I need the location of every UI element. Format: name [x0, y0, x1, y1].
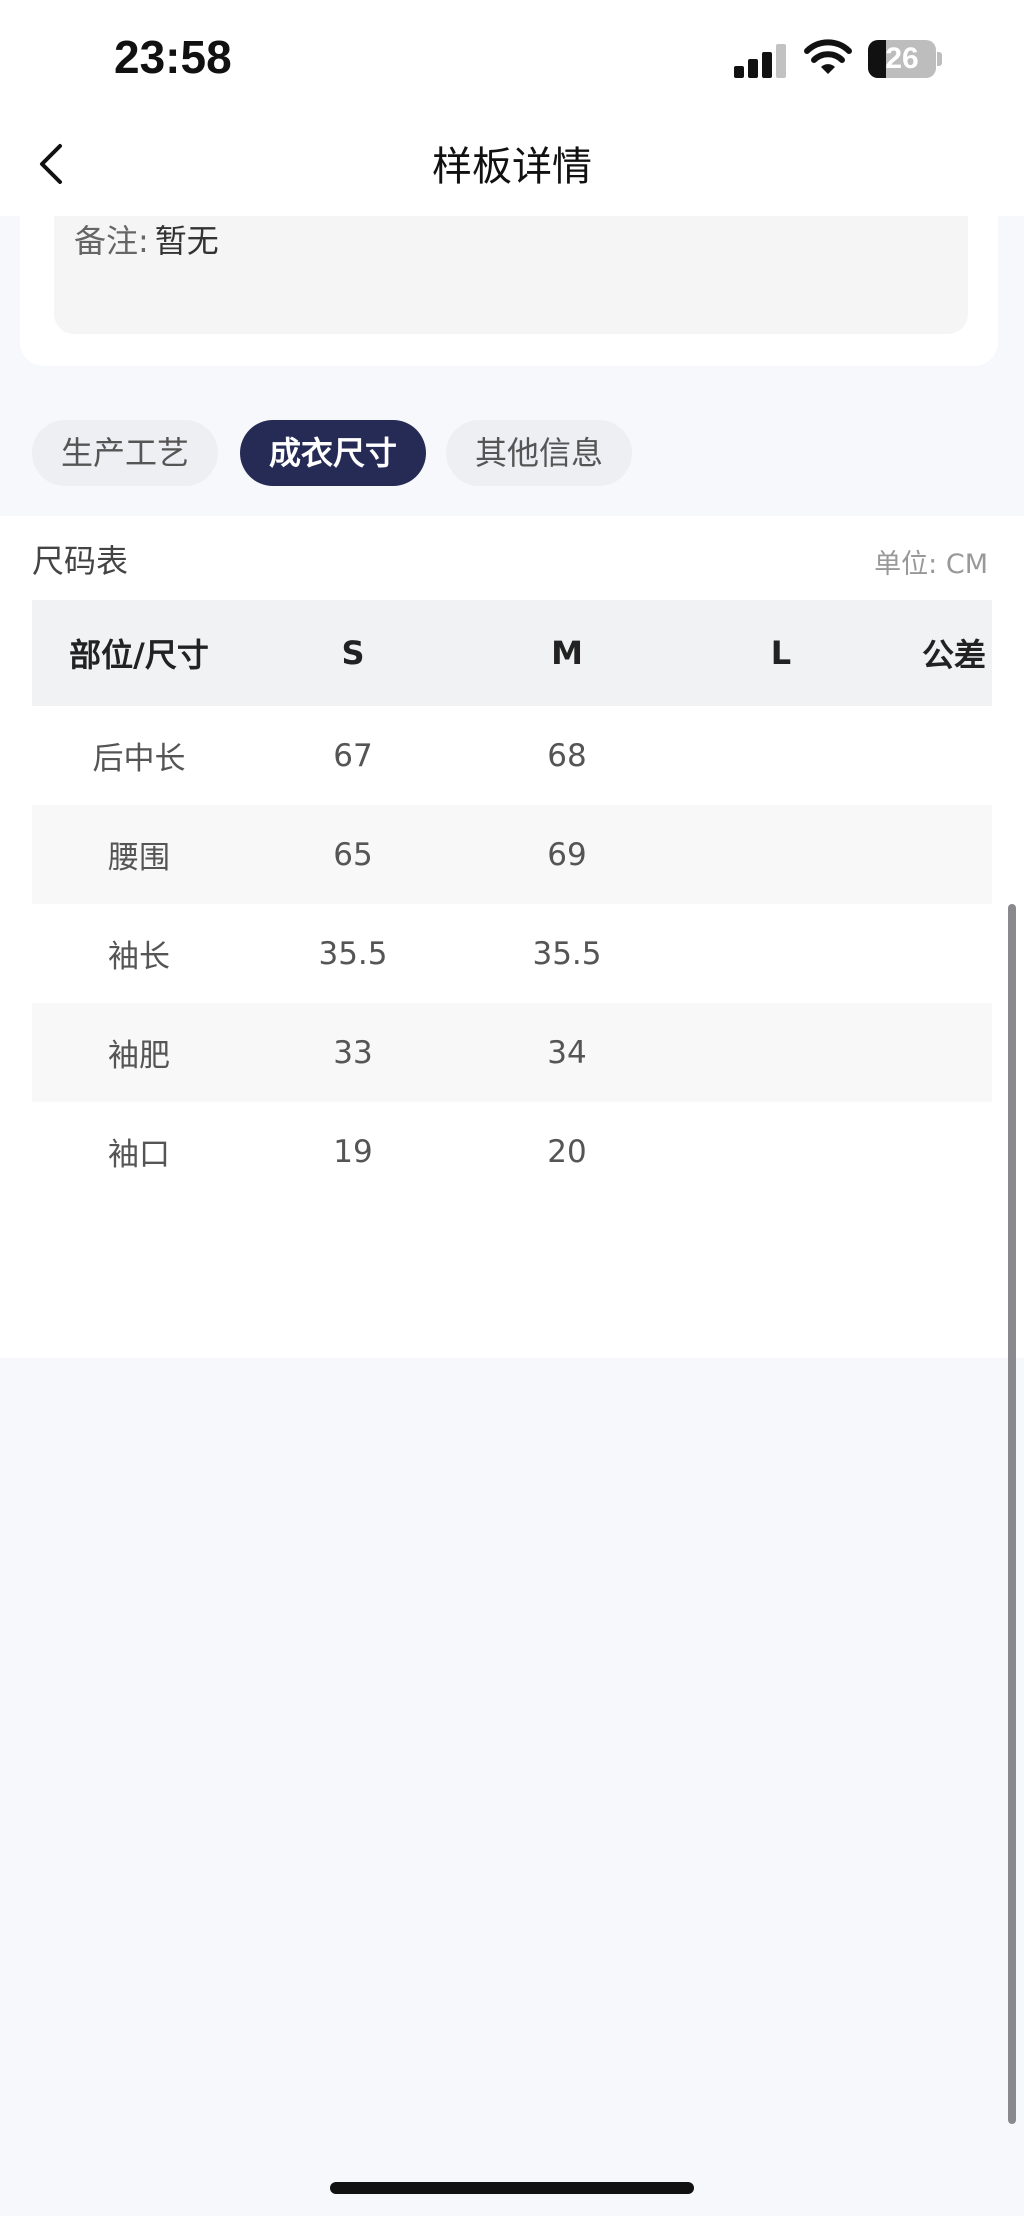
unit-label: 单位: CM: [874, 549, 988, 580]
tab-garment-size[interactable]: 成衣尺寸: [240, 420, 426, 486]
table-row: 后中长 67 68: [32, 706, 992, 805]
remark-row: 备注: 暂无: [74, 216, 219, 262]
tab-production-process[interactable]: 生产工艺: [32, 420, 218, 486]
table-cell: [888, 904, 992, 1003]
table-cell: 35.5: [532, 935, 602, 972]
column-header: M: [551, 634, 583, 672]
vertical-scrollbar[interactable]: [1008, 904, 1016, 2124]
page-title: 样板详情: [432, 144, 592, 190]
table-cell: [674, 1003, 888, 1102]
battery-icon: 26: [868, 40, 942, 78]
column-header: 部位/尺寸: [69, 636, 209, 674]
status-time: 23:58: [114, 31, 232, 83]
table-cell: 34: [547, 1034, 587, 1071]
table-cell: 后中长: [92, 741, 186, 777]
tab-other-info[interactable]: 其他信息: [446, 420, 632, 486]
table-cell: [674, 1102, 888, 1200]
table-cell: 19: [333, 1133, 373, 1170]
table-cell: 67: [333, 737, 373, 774]
column-header: S: [341, 634, 365, 672]
column-header: 公差: [922, 636, 987, 674]
table-row: 袖肥 33 34: [32, 1003, 992, 1102]
table-header-row: 部位/尺寸 S M L 公差: [32, 600, 992, 706]
table-cell: 袖长: [108, 939, 170, 975]
table-cell: 腰围: [108, 840, 170, 876]
table-row: 袖口 19 20: [32, 1102, 992, 1200]
battery-percent: 26: [885, 42, 919, 75]
remark-label: 备注:: [74, 222, 149, 260]
size-table: 部位/尺寸 S M L 公差 后中长 67 68 腰围 65 69 袖长 35.…: [32, 600, 992, 1200]
size-table-scroll[interactable]: 部位/尺寸 S M L 公差 后中长 67 68 腰围 65 69 袖长 35.…: [32, 600, 992, 1200]
table-cell: [674, 805, 888, 904]
cellular-signal-icon: [734, 44, 786, 78]
wifi-icon: [804, 39, 852, 74]
table-cell: 袖肥: [108, 1038, 170, 1074]
back-button[interactable]: [30, 138, 80, 188]
info-card: 备注: 暂无: [20, 216, 998, 366]
size-table-section: 尺码表 单位: CM 部位/尺寸 S M L 公差 后中长 67 68 腰围 6…: [0, 516, 1024, 1358]
table-row: 腰围 65 69: [32, 805, 992, 904]
table-cell: [888, 1102, 992, 1200]
table-cell: [888, 1003, 992, 1102]
table-cell: [674, 904, 888, 1003]
column-header: L: [770, 634, 792, 672]
table-cell: 69: [547, 836, 587, 873]
table-cell: [674, 706, 888, 805]
table-cell: 68: [547, 737, 587, 774]
remark-value: 暂无: [154, 222, 219, 260]
table-cell: 20: [547, 1133, 587, 1170]
table-cell: 33: [333, 1034, 373, 1071]
table-cell: 35.5: [318, 935, 388, 972]
status-bar: 23:58 26: [0, 0, 1024, 110]
size-table-title: 尺码表: [32, 542, 129, 580]
table-row: 袖长 35.5 35.5: [32, 904, 992, 1003]
home-indicator[interactable]: [330, 2182, 694, 2194]
table-cell: 65: [333, 836, 373, 873]
navigation-bar: 样板详情: [0, 110, 1024, 216]
table-cell: 袖口: [108, 1137, 170, 1173]
table-cell: [888, 706, 992, 805]
table-cell: [888, 805, 992, 904]
